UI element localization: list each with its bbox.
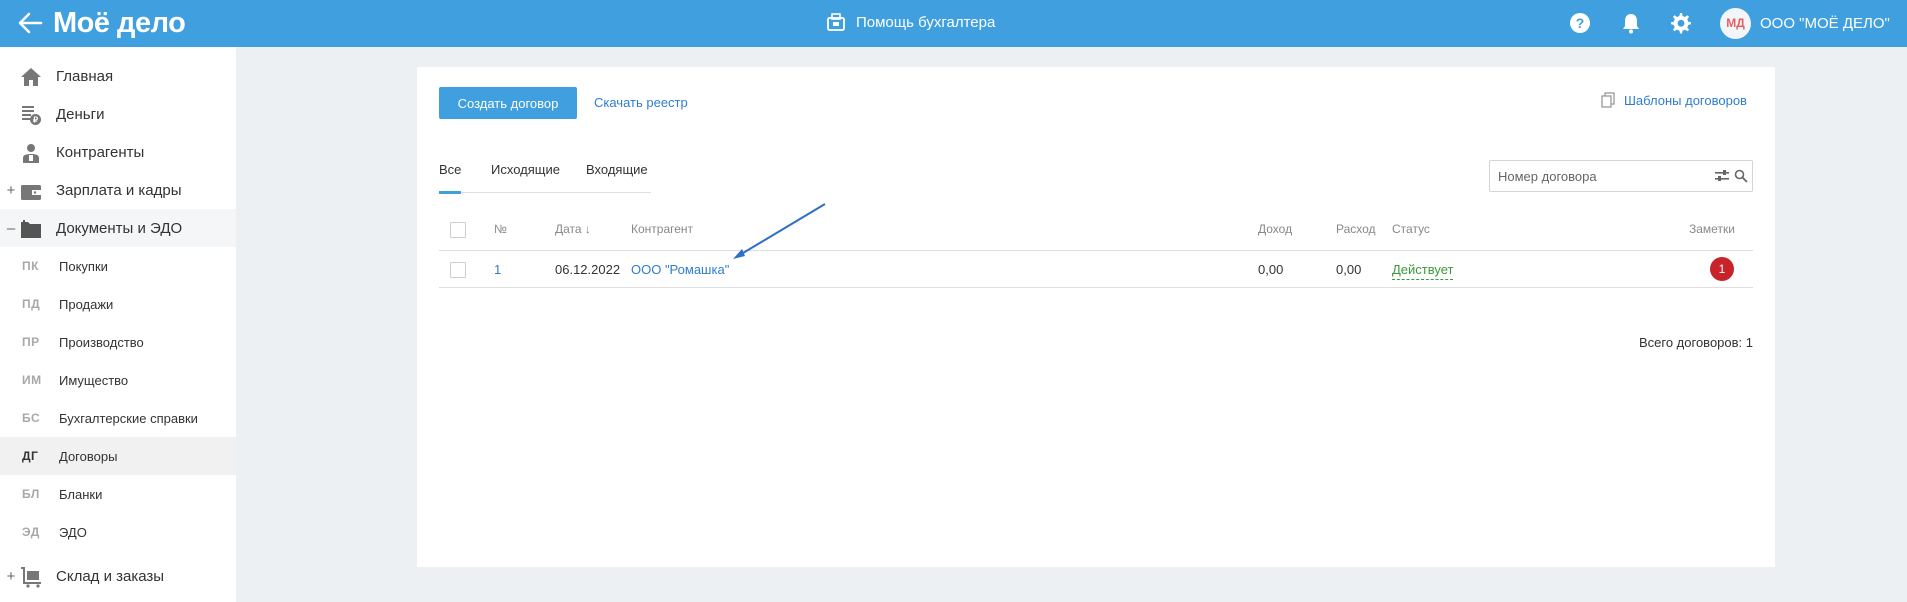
tab-all[interactable]: Все (439, 162, 462, 194)
notes-badge[interactable]: 1 (1710, 257, 1734, 281)
user-menu[interactable]: МД ООО "МОЁ ДЕЛО" (1720, 7, 1890, 39)
subitem-abbr: ПД (22, 297, 41, 311)
help-icon[interactable]: ? (1568, 11, 1592, 35)
contract-number[interactable]: 1 (494, 262, 501, 277)
contract-templates-link[interactable]: Шаблоны договоров (1601, 92, 1747, 108)
sidebar-subitem-edo[interactable]: ЭД ЭДО (0, 513, 236, 551)
svg-text:?: ? (1576, 15, 1585, 31)
subitem-abbr: ИМ (22, 373, 42, 387)
subitem-label: Бухгалтерские справки (59, 410, 198, 426)
column-header-status: Статус (1392, 222, 1430, 236)
contractors-icon (23, 144, 39, 163)
svg-text:₽: ₽ (33, 116, 38, 125)
header-divider (439, 250, 1753, 251)
expand-icon[interactable]: + (5, 182, 17, 199)
sidebar-item-label: Контрагенты (56, 143, 145, 161)
download-registry-link[interactable]: Скачать реестр (594, 95, 688, 110)
subitem-abbr: БС (22, 411, 41, 425)
company-name: ООО "МОЁ ДЕЛО" (1760, 14, 1890, 32)
search-icon[interactable] (1734, 169, 1748, 183)
tab-outgoing[interactable]: Исходящие (491, 162, 560, 193)
contract-tabs: Все Исходящие Входящие (439, 162, 651, 194)
folder-icon (21, 220, 41, 238)
cart-icon (21, 567, 41, 588)
contracts-card: Создать договор Скачать реестр Шаблоны д… (417, 67, 1775, 567)
column-header-contractor: Контрагент (631, 222, 694, 236)
sidebar-item-label: Документы и ЭДО (56, 219, 183, 237)
filter-icon[interactable] (1714, 169, 1730, 183)
copy-icon (1601, 92, 1615, 108)
create-contract-button[interactable]: Создать договор (439, 87, 577, 119)
contract-income: 0,00 (1258, 262, 1284, 277)
column-header-income: Доход (1258, 222, 1293, 236)
row-divider (439, 287, 1753, 288)
accountant-help-icon (827, 13, 845, 31)
accountant-help[interactable]: Помощь бухгалтера (826, 10, 995, 34)
subitem-abbr: ПК (22, 259, 39, 273)
contract-templates-label: Шаблоны договоров (1624, 92, 1747, 108)
subitem-label: Имущество (59, 372, 129, 388)
sidebar: Главная ₽ Деньги Контрагенты + Зарплата … (0, 47, 236, 602)
back-arrow-icon[interactable] (16, 9, 44, 37)
sidebar-subitem-purchases[interactable]: ПК Покупки (0, 247, 236, 285)
sidebar-item-documents[interactable]: – Документы и ЭДО (0, 209, 236, 247)
subitem-label: Бланки (59, 486, 103, 502)
search-input[interactable] (1498, 161, 1698, 191)
subitem-label: Продажи (59, 296, 114, 312)
money-icon: ₽ (22, 106, 41, 125)
collapse-icon[interactable]: – (5, 220, 17, 237)
wallet-icon (21, 185, 41, 200)
column-header-date[interactable]: Дата ↓ (555, 222, 591, 236)
subitem-label: Производство (59, 334, 144, 350)
column-header-notes: Заметки (1689, 222, 1735, 236)
sidebar-item-money[interactable]: ₽ Деньги (0, 95, 236, 133)
subitem-abbr: БЛ (22, 487, 40, 501)
subitem-abbr: ЭД (22, 525, 40, 539)
row-checkbox[interactable] (450, 262, 466, 278)
sidebar-item-home[interactable]: Главная (0, 57, 236, 95)
sidebar-item-label: Зарплата и кадры (56, 181, 182, 199)
sidebar-item-label: Склад и заказы (56, 567, 165, 585)
select-all-checkbox[interactable] (450, 222, 466, 238)
subitem-label: ЭДО (59, 524, 87, 540)
subitem-abbr: ПР (22, 335, 40, 349)
sidebar-subitem-accounting-statements[interactable]: БС Бухгалтерские справки (0, 399, 236, 437)
sidebar-subitem-property[interactable]: ИМ Имущество (0, 361, 236, 399)
sidebar-item-contractors[interactable]: Контрагенты (0, 133, 236, 171)
contractor-link[interactable]: ООО "Ромашка" (631, 262, 729, 277)
column-header-expense: Расход (1336, 222, 1376, 236)
home-icon (21, 68, 41, 86)
sidebar-subitem-production[interactable]: ПР Производство (0, 323, 236, 361)
subitem-label: Договоры (59, 448, 118, 464)
bell-icon[interactable] (1619, 11, 1643, 35)
column-header-number: № (494, 222, 507, 236)
sidebar-subitem-sales[interactable]: ПД Продажи (0, 285, 236, 323)
sidebar-subitem-contracts[interactable]: ДГ Договоры (0, 437, 236, 475)
tab-incoming[interactable]: Входящие (586, 162, 648, 193)
subitem-label: Покупки (59, 258, 108, 274)
contract-search (1489, 160, 1753, 192)
logo[interactable]: Моё дело (53, 6, 186, 40)
sidebar-item-salary[interactable]: + Зарплата и кадры (0, 171, 236, 209)
sidebar-item-warehouse[interactable]: + Склад и заказы (0, 557, 236, 595)
contracts-total: Всего договоров: 1 (1638, 335, 1753, 350)
subitem-abbr: ДГ (22, 449, 39, 463)
sidebar-item-label: Главная (56, 67, 114, 85)
avatar: МД (1720, 7, 1751, 39)
contract-status[interactable]: Действует (1392, 262, 1454, 280)
contract-date: 06.12.2022 (555, 262, 621, 277)
top-bar: Моё дело Помощь бухгалтера ? МД ООО "МОЁ… (0, 0, 1907, 47)
gear-icon[interactable] (1668, 11, 1692, 35)
sidebar-subitem-forms[interactable]: БЛ Бланки (0, 475, 236, 513)
accountant-help-label: Помощь бухгалтера (856, 13, 996, 31)
expand-icon[interactable]: + (5, 568, 17, 585)
sidebar-item-label: Деньги (56, 105, 105, 123)
contract-expense: 0,00 (1336, 262, 1362, 277)
contract-status-cell: Действует (1392, 262, 1454, 280)
